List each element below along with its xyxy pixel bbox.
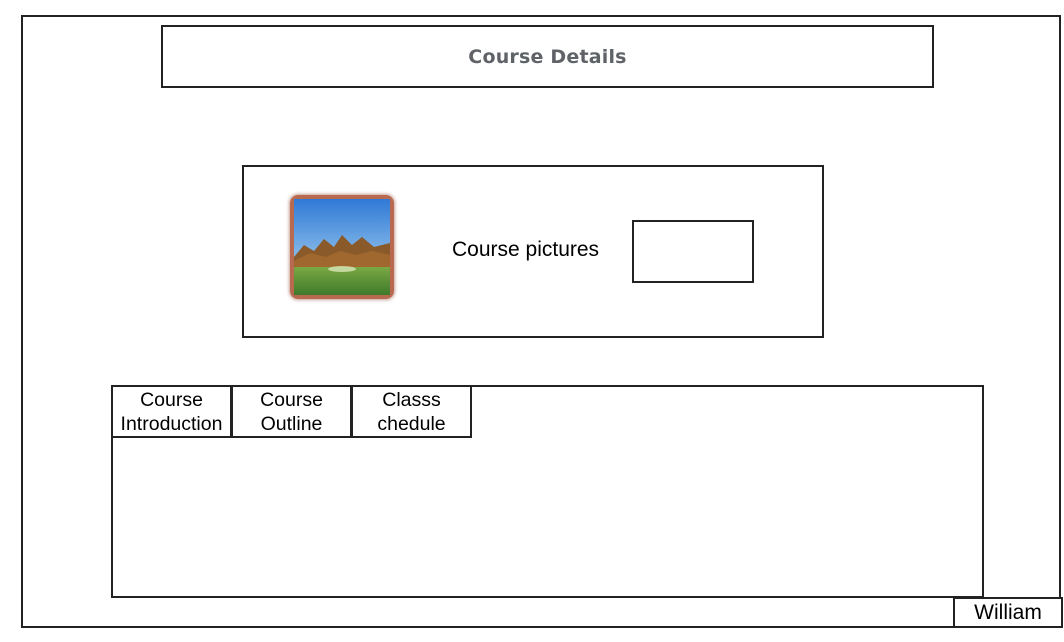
course-pictures-label: Course pictures [452, 238, 600, 261]
page-title: Course Details [468, 45, 627, 68]
tab-label-line2: Introduction [120, 413, 223, 435]
tab-label-line1: Course [260, 389, 323, 411]
tab-course-introduction[interactable]: Course Introduction [111, 385, 232, 438]
tab-label-line2: chedule [377, 413, 446, 435]
picture-slot[interactable] [632, 220, 754, 283]
tab-label-line2: Outline [260, 413, 323, 435]
tab-course-outline[interactable]: Course Outline [231, 385, 352, 438]
user-name-badge: William [953, 597, 1063, 628]
tab-label-line1: Classs [382, 389, 441, 411]
header-bar: Course Details [161, 25, 934, 88]
tab-label-line1: Course [140, 389, 203, 411]
landscape-image-icon[interactable] [290, 195, 394, 299]
tab-class-schedule[interactable]: Classs chedule [351, 385, 472, 438]
